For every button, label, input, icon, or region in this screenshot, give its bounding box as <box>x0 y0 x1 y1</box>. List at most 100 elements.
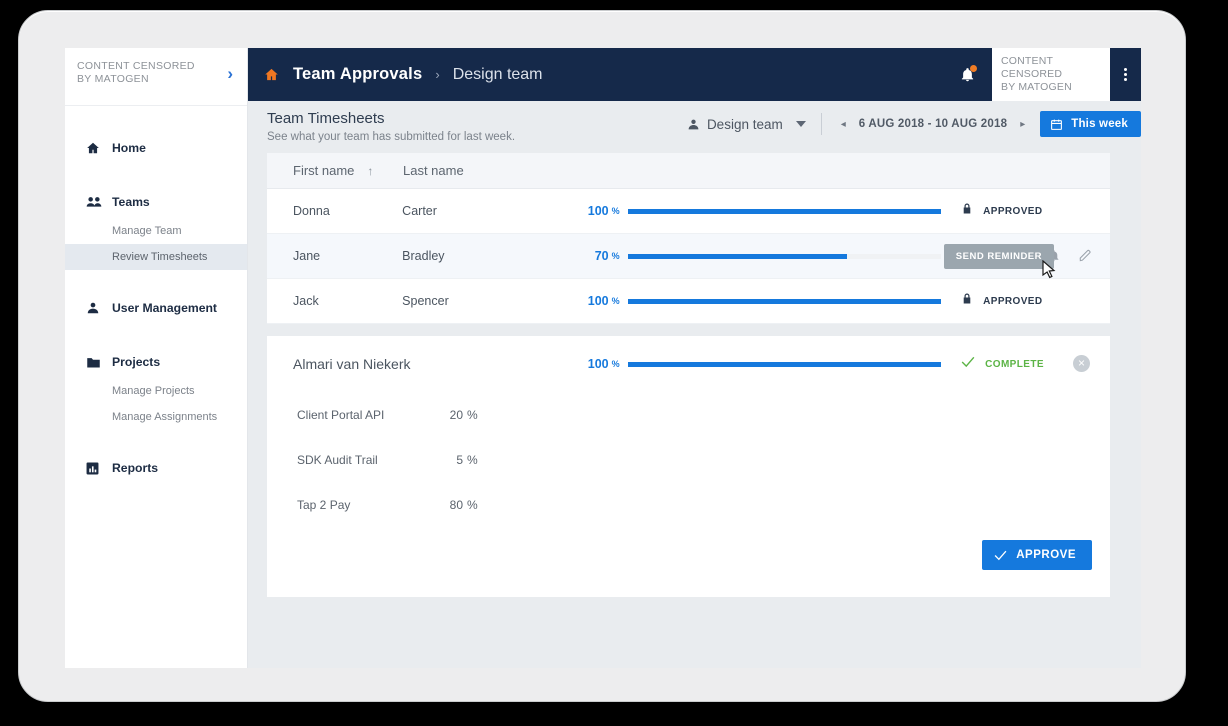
detail-header: Almari van Niekerk 100 % COMPLETE × <box>267 336 1110 392</box>
prev-week-button[interactable]: ◂ <box>837 119 850 130</box>
user-line-1: CONTENT CENSORED <box>1001 55 1063 80</box>
sidebar-item-label: User Management <box>112 301 217 315</box>
sidebar-subitem-manage-assignments[interactable]: Manage Assignments <box>65 404 247 430</box>
close-icon[interactable]: × <box>1073 355 1090 372</box>
brand-text: CONTENT CENSORED BY MATOGEN <box>77 60 197 86</box>
status-badge: APPROVED <box>961 202 1110 220</box>
progress-bar-track <box>627 253 942 259</box>
project-row: Client Portal API 20 % <box>267 392 1110 437</box>
project-name: Tap 2 Pay <box>297 497 351 512</box>
team-selector-label: Design team <box>706 116 783 132</box>
home-icon <box>86 141 112 155</box>
check-icon <box>961 355 975 373</box>
percent-symbol: % <box>611 251 620 261</box>
user-line-2: BY MATOGEN <box>1001 81 1072 93</box>
notifications-button[interactable] <box>942 48 992 101</box>
percent-symbol: % <box>467 497 478 512</box>
progress-bar-track <box>627 208 942 214</box>
person-icon <box>687 118 700 131</box>
app-screen: CONTENT CENSORED BY MATOGEN › Home Teams <box>65 48 1141 668</box>
sidebar-subitem-manage-team[interactable]: Manage Team <box>65 218 247 244</box>
people-icon <box>86 195 112 209</box>
user-account-box[interactable]: CONTENT CENSORED BY MATOGEN <box>992 48 1110 101</box>
main-area: Team Approvals › Design team CONTENT CEN… <box>248 48 1141 668</box>
column-header-last-name[interactable]: Last name <box>403 163 563 178</box>
sidebar-brand: CONTENT CENSORED BY MATOGEN › <box>65 48 247 106</box>
breadcrumb-subtitle[interactable]: Design team <box>453 66 543 84</box>
bar-chart-icon <box>86 462 112 475</box>
breadcrumb-title[interactable]: Team Approvals <box>293 65 422 84</box>
folder-icon <box>86 356 112 369</box>
cell-first-name: Donna <box>293 204 330 218</box>
percent-symbol: % <box>611 296 620 306</box>
progress-bar-fill <box>627 298 942 304</box>
cell-percent: 100 <box>587 294 609 308</box>
cell-percent: 70 <box>594 249 609 263</box>
progress-bar-fill <box>627 208 942 214</box>
sidebar-item-reports[interactable]: Reports <box>65 452 247 484</box>
chevron-down-icon <box>795 121 806 127</box>
cell-percent: 100 <box>587 204 609 218</box>
cell-last-name: Spencer <box>402 294 449 308</box>
page-header: Team Timesheets See what your team has s… <box>248 101 1141 153</box>
person-icon <box>86 301 112 315</box>
timesheet-detail-card: Almari van Niekerk 100 % COMPLETE × Clie… <box>267 336 1110 597</box>
approve-button[interactable]: APPROVE <box>982 540 1092 570</box>
percent-symbol: % <box>467 407 478 422</box>
column-header-first-name[interactable]: First name ↑ <box>267 163 403 178</box>
breadcrumb-separator: › <box>435 67 440 82</box>
next-week-button[interactable]: ▸ <box>1016 119 1029 130</box>
check-icon <box>994 550 1007 561</box>
project-name: SDK Audit Trail <box>297 452 378 467</box>
project-row: SDK Audit Trail 5 % <box>267 437 1110 482</box>
sidebar-subitem-review-timesheets[interactable]: Review Timesheets <box>65 244 247 270</box>
this-week-button[interactable]: This week <box>1040 111 1141 137</box>
team-selector[interactable]: Design team <box>687 117 806 132</box>
percent-symbol: % <box>611 359 620 369</box>
percent-symbol: % <box>611 206 620 216</box>
detail-footer: APPROVE <box>267 527 1110 583</box>
table-row[interactable]: Jack Spencer 100 % APPROVED <box>267 279 1110 324</box>
project-percent: 5 <box>456 452 463 467</box>
sidebar-subitem-label: Manage Assignments <box>112 411 218 423</box>
progress-bar-track <box>627 361 942 367</box>
tablet-frame: CONTENT CENSORED BY MATOGEN › Home Teams <box>18 10 1186 702</box>
date-range-label: 6 AUG 2018 - 10 AUG 2018 <box>858 118 1008 130</box>
project-percent: 80 <box>449 497 463 512</box>
sidebar-item-teams[interactable]: Teams <box>65 186 247 218</box>
column-header-label: First name <box>293 163 355 178</box>
lock-icon <box>961 292 973 310</box>
send-reminder-tooltip: SEND REMINDER <box>943 244 1054 269</box>
home-icon[interactable] <box>264 67 279 82</box>
sidebar-subitem-manage-projects[interactable]: Manage Projects <box>65 378 247 404</box>
status-label: APPROVED <box>983 295 1043 307</box>
toolbar-divider <box>820 113 822 135</box>
chevron-right-icon[interactable]: › <box>227 64 233 84</box>
progress-bar-fill <box>627 253 848 259</box>
lock-icon <box>961 202 973 220</box>
pencil-icon[interactable] <box>1078 249 1092 263</box>
cell-last-name: Carter <box>402 204 437 218</box>
status-badge: APPROVED <box>961 292 1110 310</box>
top-navigation-bar: Team Approvals › Design team CONTENT CEN… <box>248 48 1141 101</box>
more-vertical-icon[interactable] <box>1110 48 1141 101</box>
table-row[interactable]: Jane Bradley 70 % INCOMPLETE SEND REMIND… <box>267 234 1110 279</box>
sidebar-item-home[interactable]: Home <box>65 132 247 164</box>
this-week-label: This week <box>1071 118 1128 130</box>
table-row[interactable]: Donna Carter 100 % APPROVED <box>267 189 1110 234</box>
notification-badge <box>970 65 977 72</box>
project-percent: 20 <box>449 407 463 422</box>
sidebar-subitem-label: Manage Projects <box>112 385 195 397</box>
cell-first-name: Jane <box>293 249 321 263</box>
page-toolbar: Design team ◂ 6 AUG 2018 - 10 AUG 2018 ▸… <box>687 111 1141 137</box>
sidebar-item-projects[interactable]: Projects <box>65 346 247 378</box>
sidebar-item-label: Teams <box>112 195 150 209</box>
brand-line-2: BY MATOGEN <box>77 73 149 85</box>
mouse-cursor <box>1042 259 1056 284</box>
timesheet-table-card: First name ↑ Last name Donna Carter 100 … <box>267 153 1110 324</box>
percent-symbol: % <box>467 452 478 467</box>
sidebar-item-user-management[interactable]: User Management <box>65 292 247 324</box>
progress-bar-track <box>627 298 942 304</box>
cell-first-name: Jack <box>293 294 319 308</box>
table-header-row: First name ↑ Last name <box>267 153 1110 189</box>
